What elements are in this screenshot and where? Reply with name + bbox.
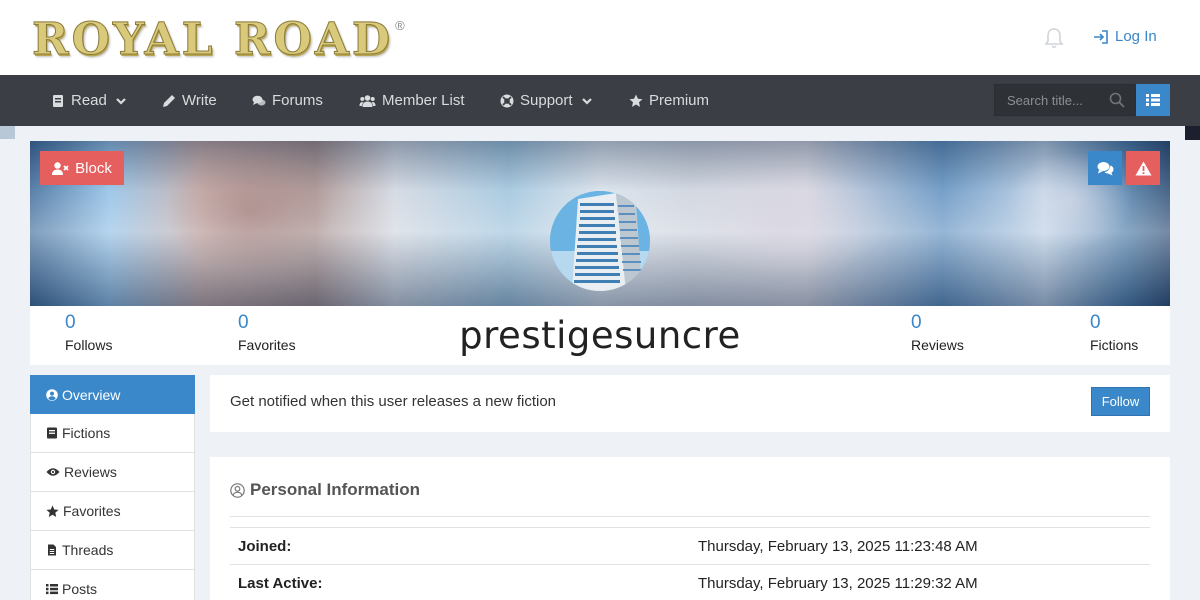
book-icon — [47, 427, 57, 439]
sidebar-item-label: Reviews — [64, 464, 117, 480]
sidebar-item-fictions[interactable]: Fictions — [30, 414, 195, 453]
logo-text: ROYAL ROAD — [31, 14, 394, 66]
sidebar-item-label: Fictions — [62, 425, 111, 441]
sign-in-icon — [1094, 29, 1108, 44]
royal-road-logo[interactable]: ROYAL ROAD ® — [31, 14, 405, 66]
info-value-joined: Thursday, February 13, 2025 11:23:48 AM — [698, 538, 978, 555]
nav-forums[interactable]: Forums — [252, 75, 323, 126]
comments-icon — [252, 95, 266, 105]
table-row: Joined: Thursday, February 13, 2025 11:2… — [230, 527, 1150, 564]
sidebar-item-label: Overview — [62, 386, 121, 403]
page-edge-right — [1185, 126, 1200, 140]
notify-panel: Get notified when this user releases a n… — [210, 375, 1170, 432]
nav-premium[interactable]: Premium — [629, 75, 709, 126]
notify-text: Get notified when this user releases a n… — [230, 393, 557, 410]
personal-info-panel: Personal Information Joined: Thursday, F… — [210, 457, 1170, 600]
nav-premium-label: Premium — [649, 92, 710, 109]
user-times-icon — [52, 161, 69, 175]
building-photo — [550, 191, 650, 291]
message-button[interactable] — [1088, 151, 1122, 185]
sidebar-item-overview[interactable]: Overview — [30, 375, 195, 414]
pencil-icon — [163, 94, 175, 107]
profile-stats: 0 Follows 0 Favorites prestigesuncre 0 R… — [30, 306, 1170, 365]
file-icon — [48, 544, 56, 556]
advanced-search-button[interactable] — [1136, 84, 1170, 116]
nav-read-label: Read — [71, 92, 107, 109]
star-icon — [46, 504, 59, 517]
info-value-last-active: Thursday, February 13, 2025 11:29:32 AM — [698, 575, 978, 592]
avatar — [550, 191, 650, 291]
search-placeholder: Search title... — [1007, 92, 1083, 108]
report-button[interactable] — [1126, 151, 1160, 185]
stat-fictions[interactable]: 0 Fictions — [1090, 312, 1138, 353]
sidebar-item-favorites[interactable]: Favorites — [30, 492, 195, 531]
list-icon — [46, 584, 58, 595]
registered-mark: ® — [395, 18, 405, 33]
search-icon[interactable] — [1109, 92, 1125, 108]
comments-icon — [1097, 161, 1113, 175]
stat-reviews[interactable]: 0 Reviews — [911, 312, 964, 353]
login-label: Log In — [1115, 28, 1157, 45]
username: prestigesuncre — [459, 314, 741, 357]
info-key-last-active: Last Active: — [238, 575, 323, 592]
divider — [230, 516, 1150, 517]
nav-read[interactable]: Read — [51, 75, 127, 126]
users-icon — [359, 94, 376, 107]
nav-support-label: Support — [520, 92, 573, 109]
personal-info-heading: Personal Information — [230, 480, 420, 500]
sidebar-item-label: Posts — [62, 581, 98, 597]
nav-write-label: Write — [182, 92, 217, 109]
nav-member-list[interactable]: Member List — [359, 75, 465, 126]
book-icon — [53, 94, 63, 107]
personal-info-title: Personal Information — [250, 480, 421, 499]
nav-forums-label: Forums — [272, 92, 323, 109]
sidebar-item-posts[interactable]: Posts — [30, 570, 195, 600]
stat-fictions-value: 0 — [1090, 312, 1101, 333]
profile-sidebar: Overview Fictions Reviews Favorites Thre… — [30, 375, 195, 600]
info-key-joined: Joined: — [238, 538, 292, 555]
warning-icon — [1135, 161, 1151, 175]
top-header: ROYAL ROAD ® Log In — [0, 0, 1200, 75]
stat-fictions-label: Fictions — [1090, 337, 1139, 353]
login-link[interactable]: Log In — [1093, 28, 1157, 45]
sidebar-item-label: Favorites — [63, 503, 121, 519]
bell-icon[interactable] — [1044, 27, 1064, 49]
follow-button[interactable]: Follow — [1091, 387, 1150, 416]
stat-reviews-label: Reviews — [911, 337, 964, 353]
nav-support[interactable]: Support — [500, 75, 593, 126]
chevron-down-icon — [581, 97, 592, 105]
page-edge-left — [0, 126, 15, 139]
sidebar-item-label: Threads — [62, 542, 114, 558]
table-row: Last Active: Thursday, February 13, 2025… — [230, 564, 1150, 600]
list-icon — [1146, 94, 1160, 106]
eye-icon — [46, 468, 60, 476]
sidebar-item-reviews[interactable]: Reviews — [30, 453, 195, 492]
user-circle-icon — [230, 482, 245, 498]
star-icon — [629, 94, 643, 107]
nav-member-list-label: Member List — [382, 92, 465, 109]
chevron-down-icon — [116, 97, 126, 105]
stat-reviews-value: 0 — [911, 312, 922, 333]
user-circle-icon — [46, 388, 58, 401]
block-button[interactable]: Block — [40, 151, 124, 185]
nav-write[interactable]: Write — [162, 75, 217, 126]
sidebar-item-threads[interactable]: Threads — [30, 531, 195, 570]
block-label: Block — [75, 159, 112, 177]
life-ring-icon — [500, 94, 514, 107]
